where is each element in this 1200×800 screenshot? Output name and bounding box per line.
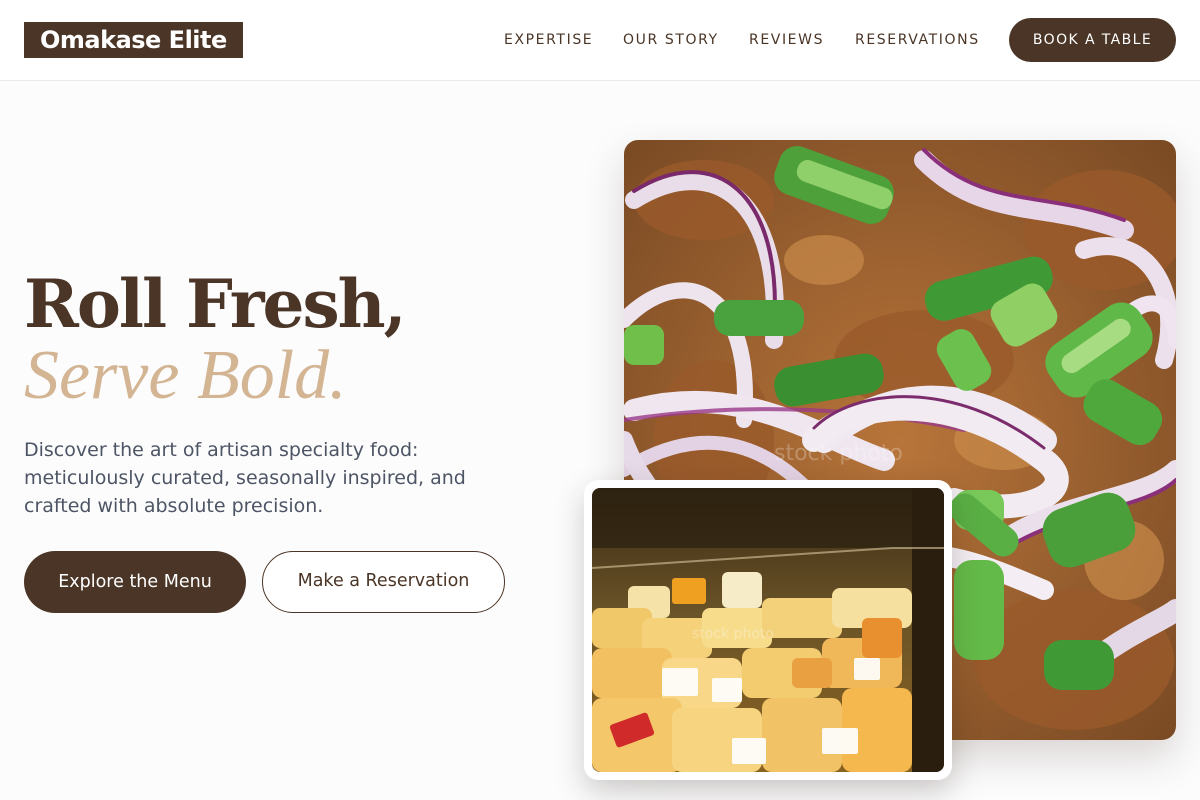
book-table-button[interactable]: BOOK A TABLE: [1009, 18, 1176, 62]
cheese-case-photo: stock photo: [592, 488, 944, 772]
secondary-image-frame: stock photo: [584, 480, 952, 780]
nav-item-our-story[interactable]: OUR STORY: [623, 31, 719, 49]
explore-menu-button[interactable]: Explore the Menu: [24, 551, 246, 613]
hero-title: Roll Fresh,: [24, 265, 407, 343]
svg-text:stock photo: stock photo: [774, 441, 903, 466]
nav-item-expertise[interactable]: EXPERTISE: [504, 31, 593, 49]
hero-description: Discover the art of artisan specialty fo…: [24, 439, 466, 517]
site-header: Omakase Elite EXPERTISE OUR STORY REVIEW…: [0, 0, 1200, 81]
nav-item-reservations[interactable]: RESERVATIONS: [855, 31, 980, 49]
cheese-display-image: stock photo: [592, 488, 944, 772]
nav-item-reviews[interactable]: REVIEWS: [749, 31, 824, 49]
svg-text:stock photo: stock photo: [692, 626, 774, 642]
hero-subtitle: Serve Bold.: [24, 337, 347, 414]
brand-logo[interactable]: Omakase Elite: [24, 22, 243, 58]
make-reservation-button[interactable]: Make a Reservation: [262, 551, 505, 613]
